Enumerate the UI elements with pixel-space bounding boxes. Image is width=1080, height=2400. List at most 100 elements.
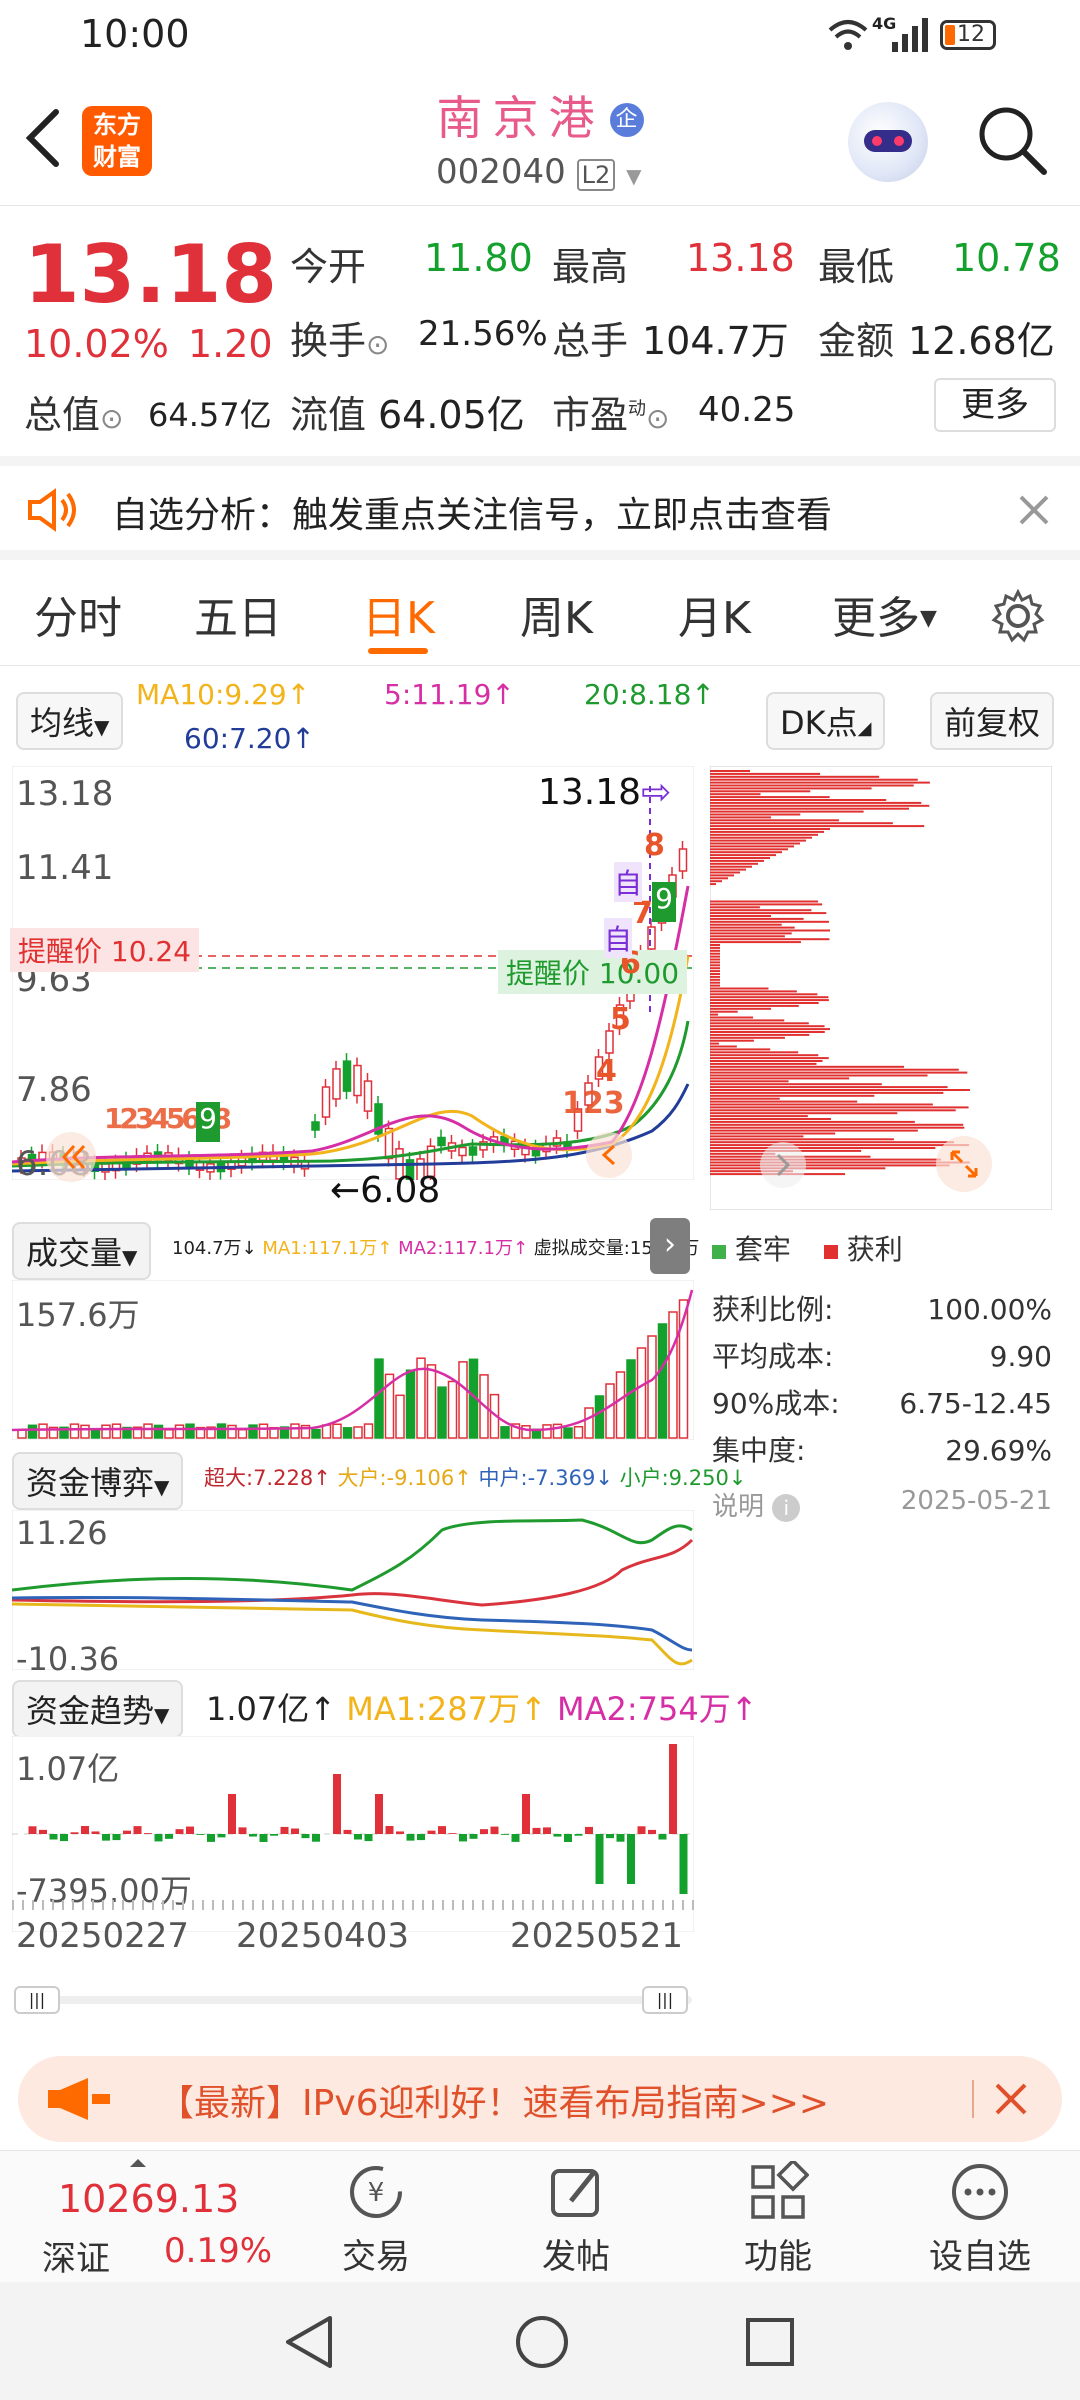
fund-trend-bar xyxy=(60,1834,68,1842)
tab-more[interactable]: 更多▼ xyxy=(832,582,937,646)
fund-trend-bar xyxy=(280,1826,289,1834)
fund-trend-bar xyxy=(480,1829,488,1834)
nav-add-watchlist[interactable]: 设自选 xyxy=(920,2161,1040,2278)
alert-text: 自选分析：触发重点关注信号，立即点击查看 xyxy=(112,495,833,536)
back-arrow-icon[interactable] xyxy=(22,108,62,168)
alert-price-green[interactable]: 提醒价 10.00 xyxy=(498,950,688,994)
chip-bar xyxy=(710,1080,789,1083)
system-back-icon[interactable] xyxy=(282,2314,336,2370)
candle-body xyxy=(678,848,688,872)
chip-bar xyxy=(710,1051,799,1054)
stock-title[interactable]: 南京港 企 xyxy=(400,82,680,148)
promo-close-icon[interactable] xyxy=(994,2082,1028,2116)
nav-function[interactable]: 功能 xyxy=(718,2161,838,2278)
megaphone-icon xyxy=(48,2078,110,2120)
chip-bar xyxy=(710,801,922,804)
tab-daily-k[interactable]: 日K xyxy=(362,582,435,646)
fund-trend-bar xyxy=(511,1834,520,1842)
volume-bar xyxy=(657,1323,668,1439)
tab-intraday[interactable]: 分时 xyxy=(34,582,122,646)
wifi-icon xyxy=(828,20,868,50)
adjust-toggle[interactable]: 前复权 xyxy=(930,692,1055,750)
chip-bar xyxy=(710,1002,819,1004)
alert-banner[interactable]: 自选分析：触发重点关注信号，立即点击查看 xyxy=(0,456,1080,560)
alert-price-red[interactable]: 提醒价 10.24 xyxy=(10,928,200,972)
pe-label: 市盈动⊙ xyxy=(552,393,670,437)
chip-bar xyxy=(710,941,801,944)
volume-bar xyxy=(227,1424,237,1439)
chip-bar xyxy=(710,819,839,822)
range-slider-left-handle[interactable]: ||| xyxy=(14,1986,60,2014)
info-icon: i xyxy=(772,1494,801,1522)
fund-trend-bar xyxy=(112,1834,121,1841)
expand-icon[interactable] xyxy=(934,1134,994,1194)
chip-bar xyxy=(710,1004,799,1007)
volume-bar xyxy=(216,1423,227,1439)
chip-bar xyxy=(710,1033,810,1036)
tab-five-day[interactable]: 五日 xyxy=(194,582,282,646)
fund-trend-bar xyxy=(396,1831,404,1834)
chip-bar xyxy=(710,1083,882,1086)
chip-row: 集中度: 29.69% xyxy=(712,1434,1052,1467)
volume-selector[interactable]: 成交量▼ xyxy=(12,1222,152,1280)
chip-next-icon[interactable] xyxy=(758,1140,808,1190)
system-home-icon[interactable] xyxy=(514,2314,570,2370)
chip-bar xyxy=(710,1100,858,1103)
app-logo[interactable]: 东方 财富 xyxy=(82,106,152,176)
system-recents-icon[interactable] xyxy=(744,2316,796,2368)
enterprise-badge: 企 xyxy=(609,103,644,137)
settings-gear-icon[interactable] xyxy=(990,588,1046,644)
chip-bar xyxy=(710,804,930,807)
chip-bar xyxy=(710,845,794,848)
pe-value: 40.25 xyxy=(698,390,796,430)
index-value[interactable]: 10269.13 xyxy=(58,2177,239,2221)
collapse-arrow-icon[interactable] xyxy=(128,2157,148,2169)
nav-trade[interactable]: ¥ 交易 xyxy=(316,2161,436,2278)
chip-bar xyxy=(710,1057,829,1060)
change-value: 1.20 xyxy=(188,322,273,366)
range-slider-right-handle[interactable]: ||| xyxy=(642,1986,688,2014)
chip-bar xyxy=(710,932,792,935)
scroll-left-icon[interactable] xyxy=(44,1130,98,1184)
volume-bar xyxy=(521,1425,531,1439)
fund-trend-bar xyxy=(469,1834,478,1839)
chip-bar xyxy=(710,1062,817,1065)
robot-assistant-icon[interactable] xyxy=(848,102,928,182)
volume-bar xyxy=(90,1429,101,1439)
chip-bar xyxy=(710,790,811,793)
range-slider-track[interactable] xyxy=(14,1996,692,2004)
more-quote-button[interactable]: 更多 xyxy=(934,378,1056,432)
self-select-marker-2: 自 xyxy=(604,918,633,958)
open-label: 今开 xyxy=(290,245,367,289)
tab-monthly-k[interactable]: 月K xyxy=(678,582,751,646)
expand-panel-icon[interactable]: › xyxy=(650,1218,690,1274)
volume-bar xyxy=(101,1424,111,1439)
chip-bar xyxy=(710,952,720,955)
index-name[interactable]: 深证 xyxy=(42,2231,110,2280)
fund-trend-bar xyxy=(259,1834,268,1842)
volume-bar xyxy=(594,1395,605,1439)
fund-trend-bar xyxy=(186,1826,194,1834)
td-8: 8 xyxy=(644,828,665,863)
promo-banner[interactable]: 【最新】IPv6迎利好！速看布局指南>>> xyxy=(18,2056,1062,2142)
nav-post[interactable]: 发帖 xyxy=(516,2161,636,2278)
scroll-right-icon[interactable] xyxy=(584,1130,634,1180)
chip-footer: 说明 i 2025-05-21 xyxy=(712,1486,1052,1523)
search-icon[interactable] xyxy=(976,104,1050,178)
fund-game-selector[interactable]: 资金博弈▼ xyxy=(12,1452,184,1510)
volume-bar xyxy=(353,1426,363,1439)
dk-point-toggle[interactable]: DK点◢ xyxy=(766,692,886,750)
fund-trend-bar xyxy=(532,1827,541,1834)
tab-weekly-k[interactable]: 周K xyxy=(520,582,593,646)
chip-bar xyxy=(710,813,801,816)
volume-bar xyxy=(143,1423,153,1439)
close-icon[interactable] xyxy=(1018,494,1050,526)
chip-bar xyxy=(710,1094,875,1097)
fund-trend-bar xyxy=(333,1774,341,1834)
chip-bar xyxy=(710,967,720,970)
chip-bar xyxy=(710,903,823,906)
td-4: 4 xyxy=(596,1054,617,1089)
ma-selector[interactable]: 均线▼ xyxy=(16,692,124,750)
index-pct[interactable]: 0.19% xyxy=(164,2231,272,2271)
fund-trend-selector[interactable]: 资金趋势▼ xyxy=(12,1680,184,1738)
